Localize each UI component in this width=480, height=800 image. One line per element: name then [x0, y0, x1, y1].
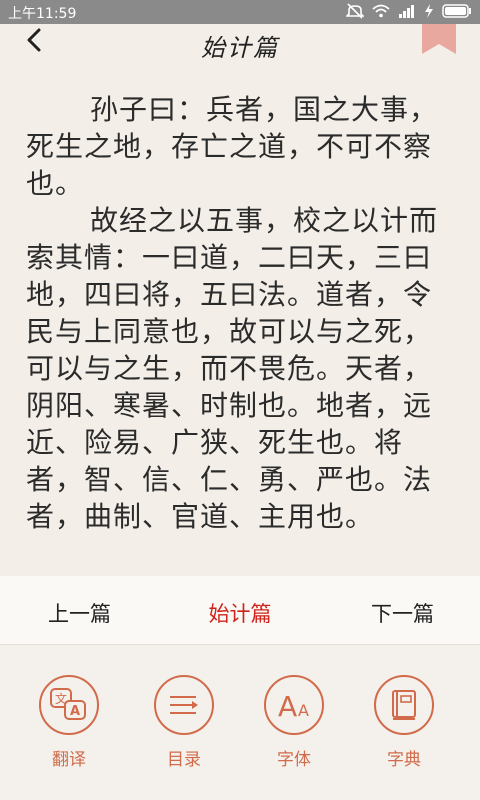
dictionary-button[interactable]: 字典 [364, 675, 444, 770]
dictionary-label: 字典 [387, 750, 421, 770]
font-label: 字体 [277, 750, 311, 770]
svg-text:A: A [278, 690, 297, 721]
catalog-button[interactable]: 目录 [144, 675, 224, 770]
battery-icon [442, 4, 472, 18]
signal-icon [398, 4, 416, 18]
svg-text:A: A [298, 701, 309, 720]
translate-label: 翻译 [52, 750, 86, 770]
status-time: 上午11:59 [8, 6, 77, 22]
translate-button[interactable]: 文 A 翻译 [29, 675, 109, 770]
translate-icon: 文 A [39, 675, 99, 735]
font-button[interactable]: A A 字体 [254, 675, 334, 770]
svg-text:A: A [70, 704, 80, 719]
chapter-nav: 上一篇 始计篇 下一篇 [0, 576, 480, 645]
catalog-label: 目录 [167, 750, 201, 770]
book-icon [374, 675, 434, 735]
paragraph: 孙子曰：兵者，国之大事，死生之地，存亡之道，不可不察也。 [26, 93, 439, 200]
next-chapter-button[interactable]: 下一篇 [371, 598, 434, 628]
list-icon [154, 675, 214, 735]
status-icons [346, 3, 472, 19]
paragraph: 故经之以五事，校之以计而索其情：一曰道，二曰天，三曰地，四曰将，五曰法。道者，令… [26, 204, 439, 533]
reading-content: 孙子曰：兵者，国之大事，死生之地，存亡之道，不可不察也。 故经之以五事，校之以计… [26, 91, 446, 576]
wifi-icon [372, 4, 390, 18]
font-size-icon: A A [264, 675, 324, 735]
bookmark-icon[interactable] [422, 24, 456, 56]
charging-icon [424, 4, 434, 18]
page-title: 始计篇 [201, 34, 279, 62]
mute-icon [346, 3, 364, 19]
header: 始计篇 [0, 24, 480, 62]
bottom-toolbar: 文 A 翻译 目录 A A 字体 字典 [0, 645, 480, 800]
status-bar: 上午11:59 [0, 0, 480, 24]
